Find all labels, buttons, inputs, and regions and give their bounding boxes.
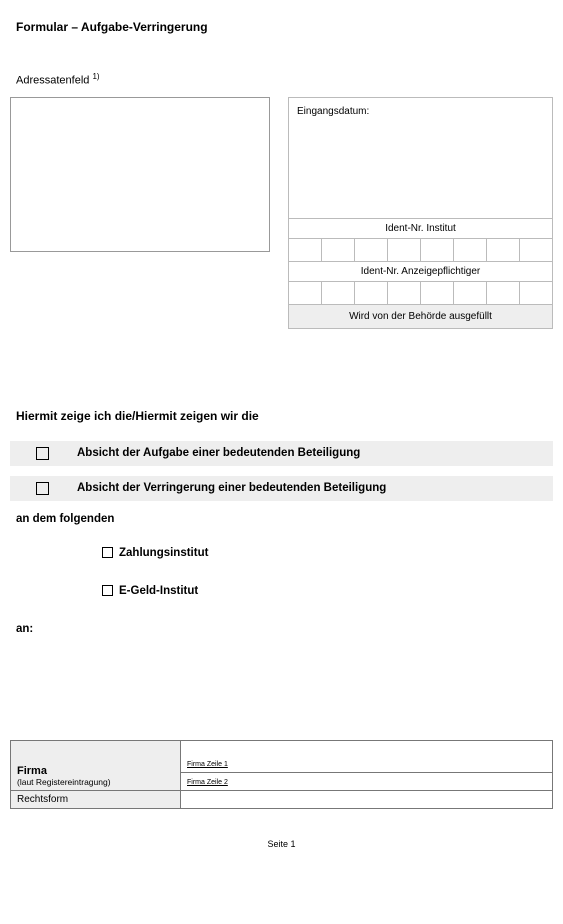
page-footer: Seite 1	[10, 839, 553, 849]
cell[interactable]	[355, 282, 388, 304]
page: Formular – Aufgabe-Verringerung Adressat…	[10, 20, 553, 849]
cell[interactable]	[454, 282, 487, 304]
cell[interactable]	[520, 282, 553, 304]
cell[interactable]	[520, 239, 553, 261]
address-label-text: Adressatenfeld	[16, 75, 89, 87]
label-zahlungsinstitut: Zahlungsinstitut	[119, 547, 208, 559]
an-dem-folgenden: an dem folgenden	[10, 513, 553, 525]
ident-anzeige-header: Ident-Nr. Anzeigepflichtiger	[288, 262, 553, 282]
authority-note: Wird von der Behörde ausgefüllt	[288, 305, 553, 329]
ident-institut-cells[interactable]	[288, 239, 553, 262]
cell[interactable]	[289, 282, 322, 304]
cell[interactable]	[322, 239, 355, 261]
checkbox-zahlungsinstitut[interactable]	[102, 547, 113, 558]
address-input-box[interactable]	[10, 97, 270, 252]
inst-type-egeld: E-Geld-Institut	[102, 585, 553, 597]
company-table: Firma (laut Registereintragung) Firma Ze…	[10, 740, 553, 809]
cell[interactable]	[355, 239, 388, 261]
eingangsdatum-label: Eingangsdatum:	[297, 106, 369, 117]
cell[interactable]	[421, 239, 454, 261]
option-label-aufgabe: Absicht der Aufgabe einer bedeutenden Be…	[77, 447, 360, 459]
cell[interactable]	[388, 239, 421, 261]
firma-sublabel: (laut Registereintragung)	[17, 777, 174, 787]
form-title: Formular – Aufgabe-Verringerung	[10, 20, 553, 34]
declaration-text: Hiermit zeige ich die/Hiermit zeigen wir…	[10, 409, 553, 423]
top-row: Eingangsdatum: Ident-Nr. Institut Ident-…	[10, 97, 553, 329]
cell[interactable]	[322, 282, 355, 304]
inst-type-zahlung: Zahlungsinstitut	[102, 547, 553, 559]
firma-zeile1-cell[interactable]: Firma Zeile 1	[181, 740, 553, 772]
eingangsdatum-box: Eingangsdatum:	[288, 97, 553, 219]
option-row-aufgabe: Absicht der Aufgabe einer bedeutenden Be…	[10, 441, 553, 466]
an-label: an:	[10, 623, 553, 635]
ident-anzeige-cells[interactable]	[288, 282, 553, 305]
cell[interactable]	[289, 239, 322, 261]
cell[interactable]	[487, 282, 520, 304]
rechtsform-value-cell[interactable]	[181, 790, 553, 808]
checkbox-aufgabe[interactable]	[36, 447, 49, 460]
rechtsform-label-cell: Rechtsform	[11, 790, 181, 808]
authority-box: Eingangsdatum: Ident-Nr. Institut Ident-…	[288, 97, 553, 329]
label-egeld: E-Geld-Institut	[119, 585, 198, 597]
ident-institut-header: Ident-Nr. Institut	[288, 219, 553, 239]
firma-zeile1-label: Firma Zeile 1	[187, 761, 228, 768]
address-label: Adressatenfeld 1)	[10, 72, 553, 87]
firma-zeile2-label: Firma Zeile 2	[187, 779, 228, 786]
cell[interactable]	[421, 282, 454, 304]
cell[interactable]	[388, 282, 421, 304]
checkbox-egeld[interactable]	[102, 585, 113, 596]
cell[interactable]	[454, 239, 487, 261]
firma-zeile2-cell[interactable]: Firma Zeile 2	[181, 772, 553, 790]
cell[interactable]	[487, 239, 520, 261]
option-row-verringerung: Absicht der Verringerung einer bedeutend…	[10, 476, 553, 501]
firma-label-cell: Firma (laut Registereintragung)	[11, 740, 181, 790]
firma-label: Firma	[17, 765, 174, 777]
checkbox-verringerung[interactable]	[36, 482, 49, 495]
option-label-verringerung: Absicht der Verringerung einer bedeutend…	[77, 482, 386, 494]
address-footnote: 1)	[92, 72, 99, 81]
rechtsform-label: Rechtsform	[17, 794, 68, 805]
